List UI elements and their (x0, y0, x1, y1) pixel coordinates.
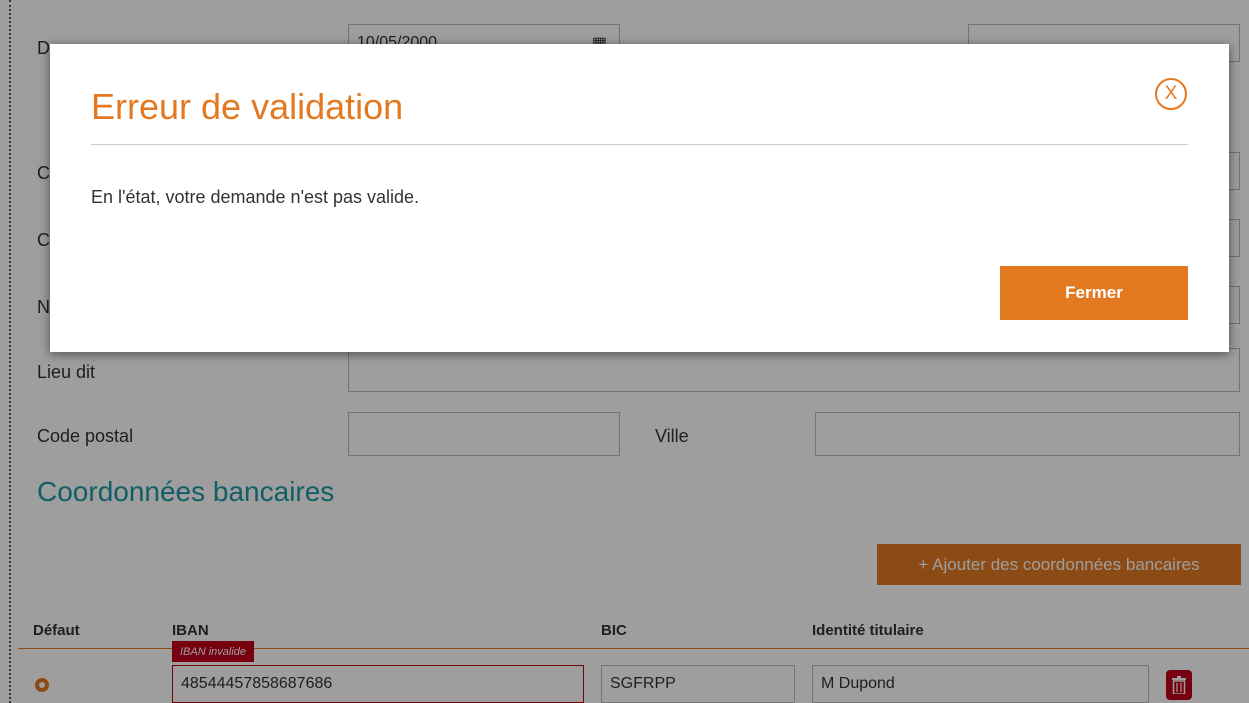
dialog-message: En l'état, votre demande n'est pas valid… (91, 187, 420, 207)
dialog-divider (91, 144, 1188, 145)
dialog-title: Erreur de validation (91, 86, 404, 127)
validation-error-dialog: Erreur de validation X En l'état, votre … (50, 44, 1229, 352)
close-button[interactable]: Fermer (1000, 266, 1188, 320)
close-icon[interactable]: X (1155, 78, 1187, 110)
